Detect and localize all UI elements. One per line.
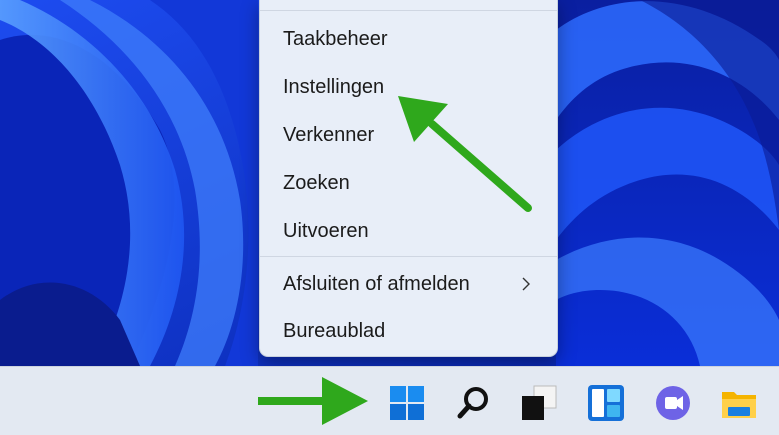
- menu-item-label: Taakbeheer: [283, 28, 388, 50]
- menu-item-taakbeheer[interactable]: Taakbeheer: [260, 17, 557, 61]
- menu-separator: [260, 10, 557, 11]
- widgets-icon[interactable]: [587, 384, 625, 422]
- menu-item-label: Verkenner: [283, 124, 375, 146]
- menu-item-verkenner[interactable]: Verkenner: [260, 113, 557, 157]
- file-explorer-icon[interactable]: [720, 384, 758, 422]
- teams-chat-icon[interactable]: [654, 384, 692, 422]
- taskbar: [0, 366, 779, 435]
- windows-start-icon[interactable]: [388, 384, 426, 422]
- menu-item-afsluiten-of-afmelden[interactable]: Afsluiten of afmelden: [260, 262, 557, 306]
- menu-item-label: Bureaublad: [283, 320, 386, 342]
- menu-item-bureaublad[interactable]: Bureaublad: [260, 309, 557, 353]
- menu-item-label: Uitvoeren: [283, 220, 369, 242]
- menu-item-uitvoeren[interactable]: Uitvoeren: [260, 209, 557, 253]
- task-view-icon[interactable]: [520, 384, 558, 422]
- menu-separator: [260, 256, 557, 257]
- menu-item-instellingen[interactable]: Instellingen: [260, 65, 557, 109]
- menu-item-label: Instellingen: [283, 76, 385, 98]
- menu-item-label: Afsluiten of afmelden: [283, 273, 470, 295]
- search-icon[interactable]: [455, 384, 493, 422]
- menu-item-label: Zoeken: [283, 172, 350, 194]
- chevron-right-icon: [522, 277, 530, 291]
- menu-item-zoeken[interactable]: Zoeken: [260, 161, 557, 205]
- start-context-menu: Taakbeheer Instellingen Verkenner Zoeken…: [259, 0, 558, 357]
